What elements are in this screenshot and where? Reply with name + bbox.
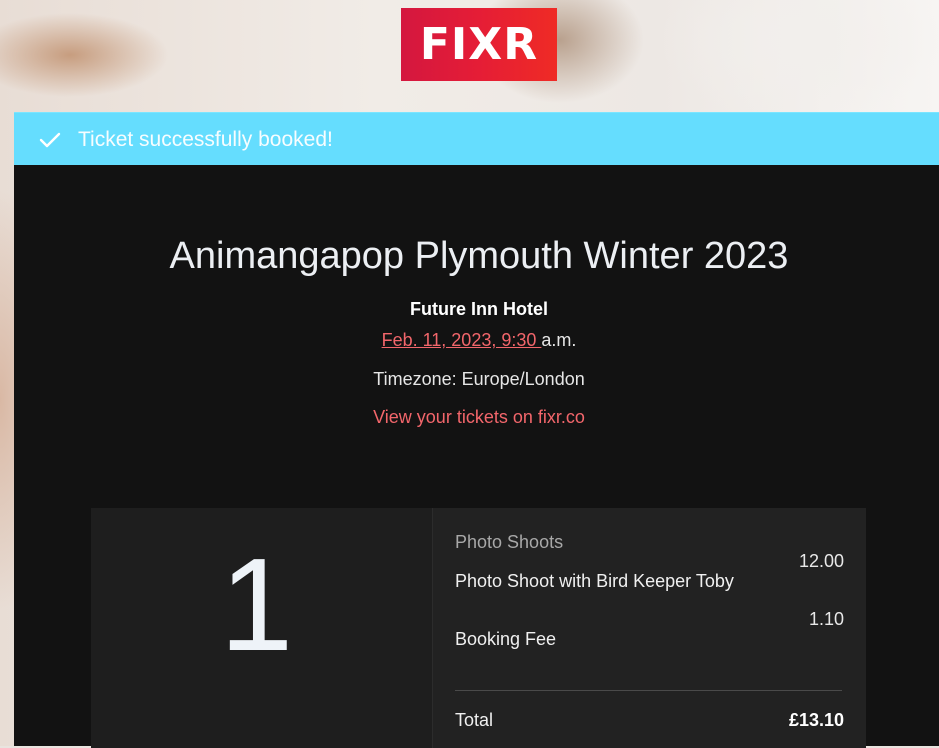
banner-message: Ticket successfully booked! [78,127,333,151]
total-value: £13.10 [788,710,844,730]
ticket-details: Photo Shoots 12.00 Photo Shoot with Bird… [433,508,866,748]
ticket-quantity-box: 1 [91,508,433,748]
line-item-price: 12.00 [798,551,844,571]
event-time-suffix: a.m. [541,330,577,350]
event-datetime: Feb. 11, 2023, 9:30 a.m. [14,330,939,351]
check-icon [36,126,64,154]
booking-fee-price: 1.10 [808,609,844,629]
event-title: Animangapop Plymouth Winter 2023 [169,235,789,277]
booking-fee-label: Booking Fee [455,629,557,649]
booking-panel: Animangapop Plymouth Winter 2023 Future … [14,165,939,748]
event-date-link[interactable]: Feb. 11, 2023, 9:30 [382,330,542,350]
ticket-quantity: 1 [219,531,294,678]
view-tickets-link[interactable]: View your tickets on fixr.co [14,407,939,428]
logo-text: FIXR [419,19,539,70]
success-banner: Ticket successfully booked! [14,112,939,166]
line-item-label: Photo Shoot with Bird Keeper Toby [455,571,734,591]
total-label: Total [455,710,494,730]
event-timezone: Timezone: Europe/London [373,369,585,389]
ticket-summary-card: 1 Photo Shoots 12.00 Photo Shoot with Bi… [91,508,866,748]
divider [455,690,842,691]
event-venue: Future Inn Hotel [410,299,548,319]
ticket-category: Photo Shoots [455,532,564,552]
fixr-logo[interactable]: FIXR [401,8,557,81]
